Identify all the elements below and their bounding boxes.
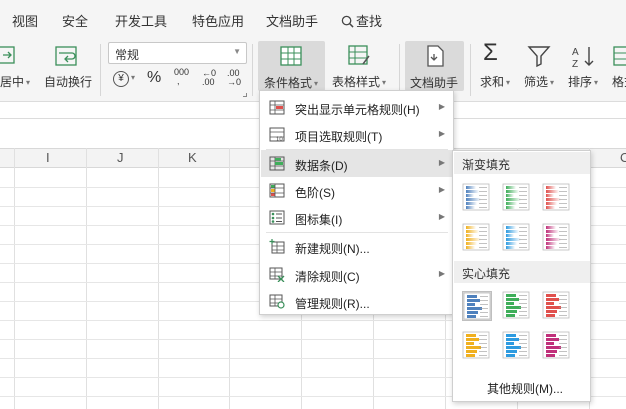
svg-text:10: 10 bbox=[276, 137, 283, 142]
sum-label: 求和 ▾ bbox=[480, 75, 511, 89]
conditional-format-label: 条件格式 ▾ bbox=[264, 76, 319, 90]
more-rules-button[interactable]: 其他规则(M)... bbox=[487, 380, 563, 397]
menu-item-data-bars[interactable]: 数据条(D) ▶ bbox=[261, 150, 453, 177]
sort-icon: AZ bbox=[572, 47, 594, 70]
tab-doc-assistant[interactable]: 文档助手 bbox=[266, 11, 318, 30]
menu-item-label: 色阶(S) bbox=[295, 186, 335, 200]
svg-text:A: A bbox=[572, 47, 579, 58]
filter-label: 筛选 ▾ bbox=[524, 75, 555, 89]
ribbon-divider bbox=[252, 44, 253, 96]
format-label: 格式 bbox=[612, 75, 626, 89]
search-icon bbox=[341, 15, 354, 28]
doc-assistant-button[interactable]: 文档助手 bbox=[405, 41, 464, 91]
gradient-fill-heading: 渐变填充 bbox=[454, 152, 590, 174]
gradient-data-bar-preset[interactable] bbox=[462, 223, 492, 253]
tab-developer-tools[interactable]: 开发工具 bbox=[115, 11, 167, 30]
ribbon-divider bbox=[399, 44, 400, 96]
decrease-decimal-button[interactable]: .00 →0 bbox=[227, 69, 245, 87]
solid-data-bar-preset[interactable] bbox=[542, 291, 572, 321]
search-label: 查找 bbox=[356, 14, 383, 29]
menu-item-label: 管理规则(R)... bbox=[295, 297, 370, 311]
ribbon-divider bbox=[100, 44, 101, 96]
menu-item-label: 清除规则(C) bbox=[295, 270, 360, 284]
gradient-data-bar-preset[interactable] bbox=[542, 183, 572, 213]
solid-fill-heading: 实心填充 bbox=[454, 261, 590, 283]
table-style-icon bbox=[348, 45, 370, 65]
svg-text:Z: Z bbox=[572, 59, 578, 70]
chevron-right-icon: ▶ bbox=[438, 185, 445, 194]
ribbon-divider bbox=[470, 44, 471, 96]
currency-icon: ¥ bbox=[113, 71, 129, 87]
thousands-separator-button[interactable]: 000, bbox=[174, 68, 189, 86]
menu-item-label: 数据条(D) bbox=[295, 159, 348, 173]
new-rule-icon bbox=[269, 239, 285, 254]
format-icon bbox=[613, 46, 626, 66]
increase-decimal-button[interactable]: ←0 .00 bbox=[202, 69, 220, 87]
tab-special-apps[interactable]: 特色应用 bbox=[192, 11, 244, 30]
manage-rules-icon bbox=[269, 294, 285, 309]
chevron-right-icon: ▶ bbox=[438, 129, 445, 138]
gradient-data-bar-preset[interactable] bbox=[542, 223, 572, 253]
filter-icon bbox=[527, 46, 551, 68]
solid-data-bar-preset[interactable] bbox=[462, 331, 492, 361]
solid-fill-label: 实心填充 bbox=[462, 267, 511, 281]
number-format-select[interactable]: 常规 ▼ bbox=[108, 42, 247, 64]
gradient-data-bar-preset[interactable] bbox=[502, 183, 532, 213]
column-header-o[interactable]: O bbox=[620, 150, 626, 165]
conditional-format-button[interactable]: 条件格式 ▾ bbox=[258, 41, 325, 91]
sort-label: 排序 ▾ bbox=[568, 75, 599, 89]
merge-cells-icon bbox=[0, 46, 15, 64]
highlight-cells-icon bbox=[269, 100, 285, 115]
solid-data-bar-preset[interactable] bbox=[502, 331, 532, 361]
menu-item-label: 图标集(I) bbox=[295, 213, 343, 227]
menu-item-clear-rules[interactable]: 清除规则(C) ▶ bbox=[261, 261, 453, 288]
chevron-down-icon: ▼ bbox=[233, 47, 241, 56]
chevron-right-icon: ▶ bbox=[438, 212, 445, 221]
menu-item-label: 突出显示单元格规则(H) bbox=[295, 103, 420, 117]
conditional-format-icon bbox=[280, 46, 302, 66]
solid-data-bar-preset[interactable] bbox=[542, 331, 572, 361]
data-bars-submenu: 渐变填充 实心填充 其他规则(M)... bbox=[452, 150, 591, 402]
table-style-label: 表格样式 ▾ bbox=[332, 75, 387, 89]
solid-data-bar-preset[interactable] bbox=[502, 291, 532, 321]
gradient-data-bar-preset[interactable] bbox=[502, 223, 532, 253]
number-format-value: 常规 bbox=[115, 48, 140, 62]
icon-sets-icon bbox=[269, 210, 285, 225]
wrap-text-icon bbox=[55, 46, 77, 66]
percent-button[interactable]: % bbox=[147, 69, 161, 87]
tab-security[interactable]: 安全 bbox=[62, 11, 88, 30]
doc-assistant-label: 文档助手 bbox=[410, 76, 459, 90]
tab-view[interactable]: 视图 bbox=[12, 11, 38, 30]
menu-item-label: 新建规则(N)... bbox=[295, 242, 370, 256]
ribbon-tab-bar: 视图 安全 开发工具 特色应用 文档助手 查找 bbox=[0, 0, 626, 38]
menu-item-color-scales[interactable]: 色阶(S) ▶ bbox=[261, 177, 453, 204]
conditional-format-menu: 突出显示单元格规则(H) ▶ 10 项目选取规则(T) ▶ 数据条(D) ▶ 色… bbox=[259, 90, 454, 315]
wrap-text-label: 自动换行 bbox=[44, 75, 93, 89]
menu-item-icon-sets[interactable]: 图标集(I) ▶ bbox=[261, 204, 453, 231]
top-bottom-rules-icon: 10 bbox=[269, 127, 285, 142]
currency-button[interactable]: ¥ ▾ bbox=[113, 69, 135, 87]
chevron-right-icon: ▶ bbox=[438, 102, 445, 111]
menu-item-manage-rules[interactable]: 管理规则(R)... bbox=[261, 288, 453, 315]
menu-item-label: 项目选取规则(T) bbox=[295, 130, 383, 144]
clear-rules-icon bbox=[269, 267, 285, 282]
column-header-j[interactable]: J bbox=[117, 150, 124, 165]
menu-item-top-bottom-rules[interactable]: 10 项目选取规则(T) ▶ bbox=[261, 121, 453, 148]
color-scales-icon bbox=[269, 183, 285, 198]
column-header-k[interactable]: K bbox=[188, 150, 197, 165]
chevron-right-icon: ▶ bbox=[438, 158, 445, 167]
menu-item-highlight-cells[interactable]: 突出显示单元格规则(H) ▶ bbox=[261, 94, 453, 121]
dialog-launcher-icon[interactable] bbox=[243, 93, 247, 97]
menu-item-new-rule[interactable]: 新建规则(N)... bbox=[261, 233, 453, 260]
search-button[interactable]: 查找 bbox=[341, 11, 382, 30]
chevron-right-icon: ▶ bbox=[438, 269, 445, 278]
solid-data-bar-preset[interactable] bbox=[462, 291, 492, 321]
data-bars-icon bbox=[269, 156, 285, 171]
gradient-data-bar-preset[interactable] bbox=[462, 183, 492, 213]
merge-center-label: 居中 ▾ bbox=[0, 75, 31, 89]
sigma-icon: Σ bbox=[483, 39, 498, 66]
doc-assistant-icon bbox=[427, 45, 444, 67]
gradient-fill-label: 渐变填充 bbox=[462, 158, 511, 172]
column-header-i[interactable]: I bbox=[46, 150, 50, 165]
